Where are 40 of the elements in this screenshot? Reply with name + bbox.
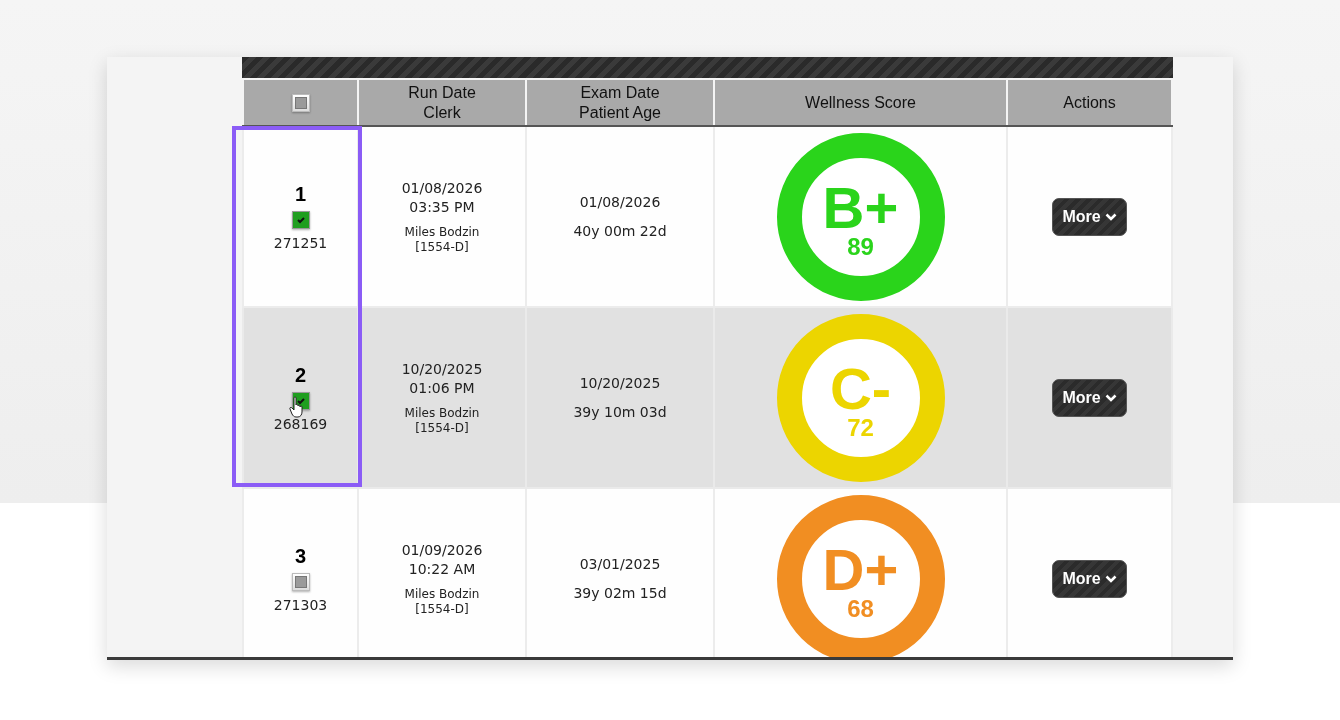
- checkmark-icon: [295, 214, 306, 225]
- record-id: 268169: [273, 415, 328, 432]
- record-id: 271303: [273, 596, 328, 613]
- row-number: 1: [294, 182, 307, 205]
- column-header: Exam Date Patient Age: [579, 82, 661, 123]
- exam-date: 10/20/2025: [579, 373, 661, 393]
- chevron-down-icon: [1104, 212, 1117, 221]
- exam-date: 03/01/2025: [579, 554, 661, 574]
- record-id: 271251: [273, 234, 328, 251]
- more-button[interactable]: More: [1052, 378, 1127, 417]
- clerk-name: Miles Bodzin [1554-D]: [404, 224, 480, 255]
- score-value: 72: [847, 415, 874, 440]
- column-header: Run Date Clerk: [408, 82, 476, 123]
- clerk-name: Miles Bodzin [1554-D]: [404, 586, 480, 617]
- patient-age: 39y 10m 03d: [573, 402, 667, 422]
- checkbox[interactable]: [291, 572, 310, 591]
- exam-date: 01/08/2026: [579, 192, 661, 212]
- grade-letter: C-: [829, 361, 892, 416]
- run-date: 01/09/2026 10:22 AM: [401, 540, 483, 579]
- column-header: Wellness Score: [805, 92, 916, 113]
- run-date: 10/20/2025 01:06 PM: [401, 359, 483, 398]
- grade-letter: D+: [822, 542, 899, 597]
- more-button[interactable]: More: [1052, 559, 1127, 598]
- clerk-name: Miles Bodzin [1554-D]: [404, 405, 480, 436]
- hand-cursor-icon: [289, 396, 305, 418]
- checkbox[interactable]: [291, 93, 310, 112]
- chevron-down-icon: [1104, 393, 1117, 402]
- column-header: Actions: [1063, 92, 1116, 113]
- row-number: 3: [294, 544, 307, 567]
- more-button[interactable]: More: [1052, 197, 1127, 236]
- checkbox[interactable]: [291, 210, 310, 229]
- grade-letter: B+: [822, 180, 899, 235]
- score-value: 68: [847, 596, 874, 621]
- patient-age: 40y 00m 22d: [573, 221, 667, 241]
- run-date: 01/08/2026 03:35 PM: [401, 178, 483, 217]
- patient-age: 39y 02m 15d: [573, 583, 667, 603]
- row-number: 2: [294, 363, 307, 386]
- checkmark-icon: [295, 395, 306, 406]
- chevron-down-icon: [1104, 574, 1117, 583]
- score-value: 89: [847, 234, 874, 259]
